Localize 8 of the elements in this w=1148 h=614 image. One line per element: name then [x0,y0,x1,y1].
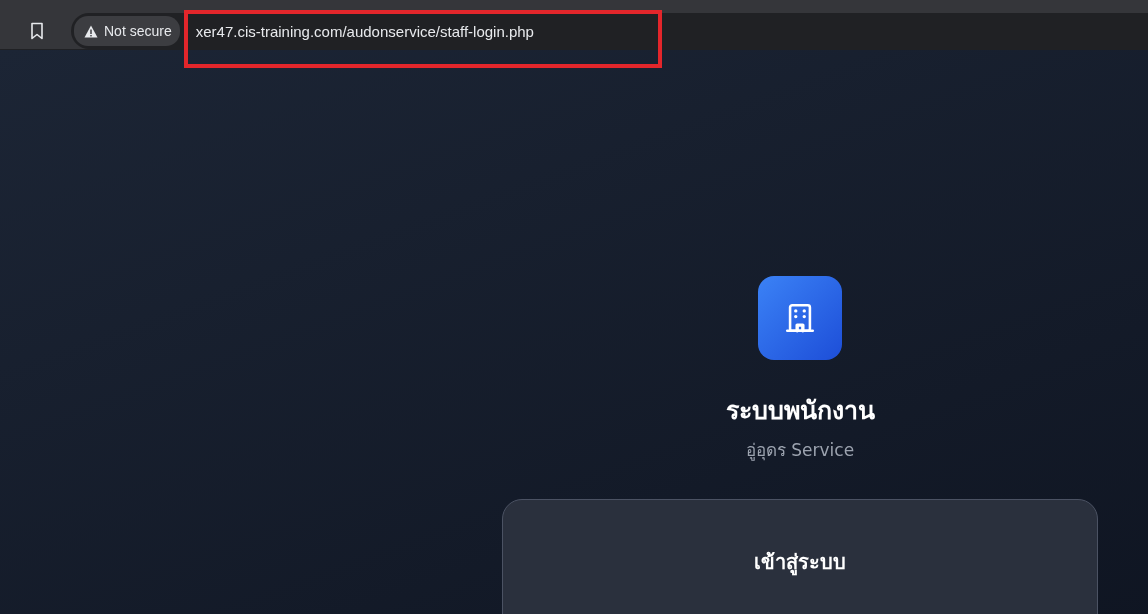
address-bar-url[interactable]: xer47.cis-training.com/audonservice/staff-login.php [195,22,534,40]
app-subtitle: อู่อุดร Service [745,439,855,463]
app-title: ระบบพนักงาน [725,395,875,427]
login-heading: เข้าสู่ระบบ [754,549,846,578]
building-icon [783,301,817,335]
security-chip[interactable]: Not secure [74,16,180,46]
warning-icon [84,24,98,38]
bookmark-icon[interactable] [30,22,44,40]
